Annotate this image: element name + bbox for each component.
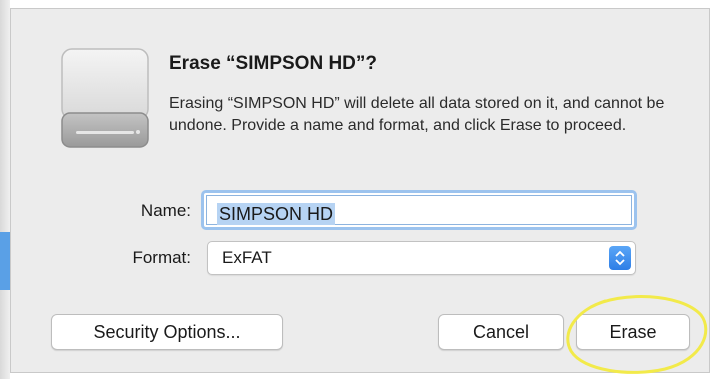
desktop-edge-highlight — [0, 232, 10, 290]
format-label: Format: — [132, 248, 191, 267]
name-field[interactable]: SIMPSON HD — [206, 195, 632, 225]
cancel-button[interactable]: Cancel — [438, 314, 564, 350]
format-select-value[interactable]: ExFAT — [222, 248, 272, 268]
name-label: Name: — [140, 201, 191, 220]
select-stepper-icon[interactable] — [609, 246, 631, 270]
screenshot-frame: Erase “SIMPSON HD”? Erasing “SIMPSON HD”… — [0, 0, 715, 379]
drive-icon — [60, 47, 150, 149]
erase-button[interactable]: Erase — [576, 314, 690, 350]
dialog-message: Erasing “SIMPSON HD” will delete all dat… — [169, 95, 665, 134]
name-field-focus-ring[interactable]: SIMPSON HD — [201, 190, 637, 230]
dialog-title: Erase “SIMPSON HD”? — [169, 53, 377, 74]
security-options-button[interactable]: Security Options... — [51, 314, 283, 350]
erase-dialog: Erase “SIMPSON HD”? Erasing “SIMPSON HD”… — [10, 8, 710, 374]
name-field-value[interactable]: SIMPSON HD — [217, 203, 336, 225]
desktop-edge — [0, 0, 10, 379]
format-select[interactable]: ExFAT — [207, 241, 636, 275]
